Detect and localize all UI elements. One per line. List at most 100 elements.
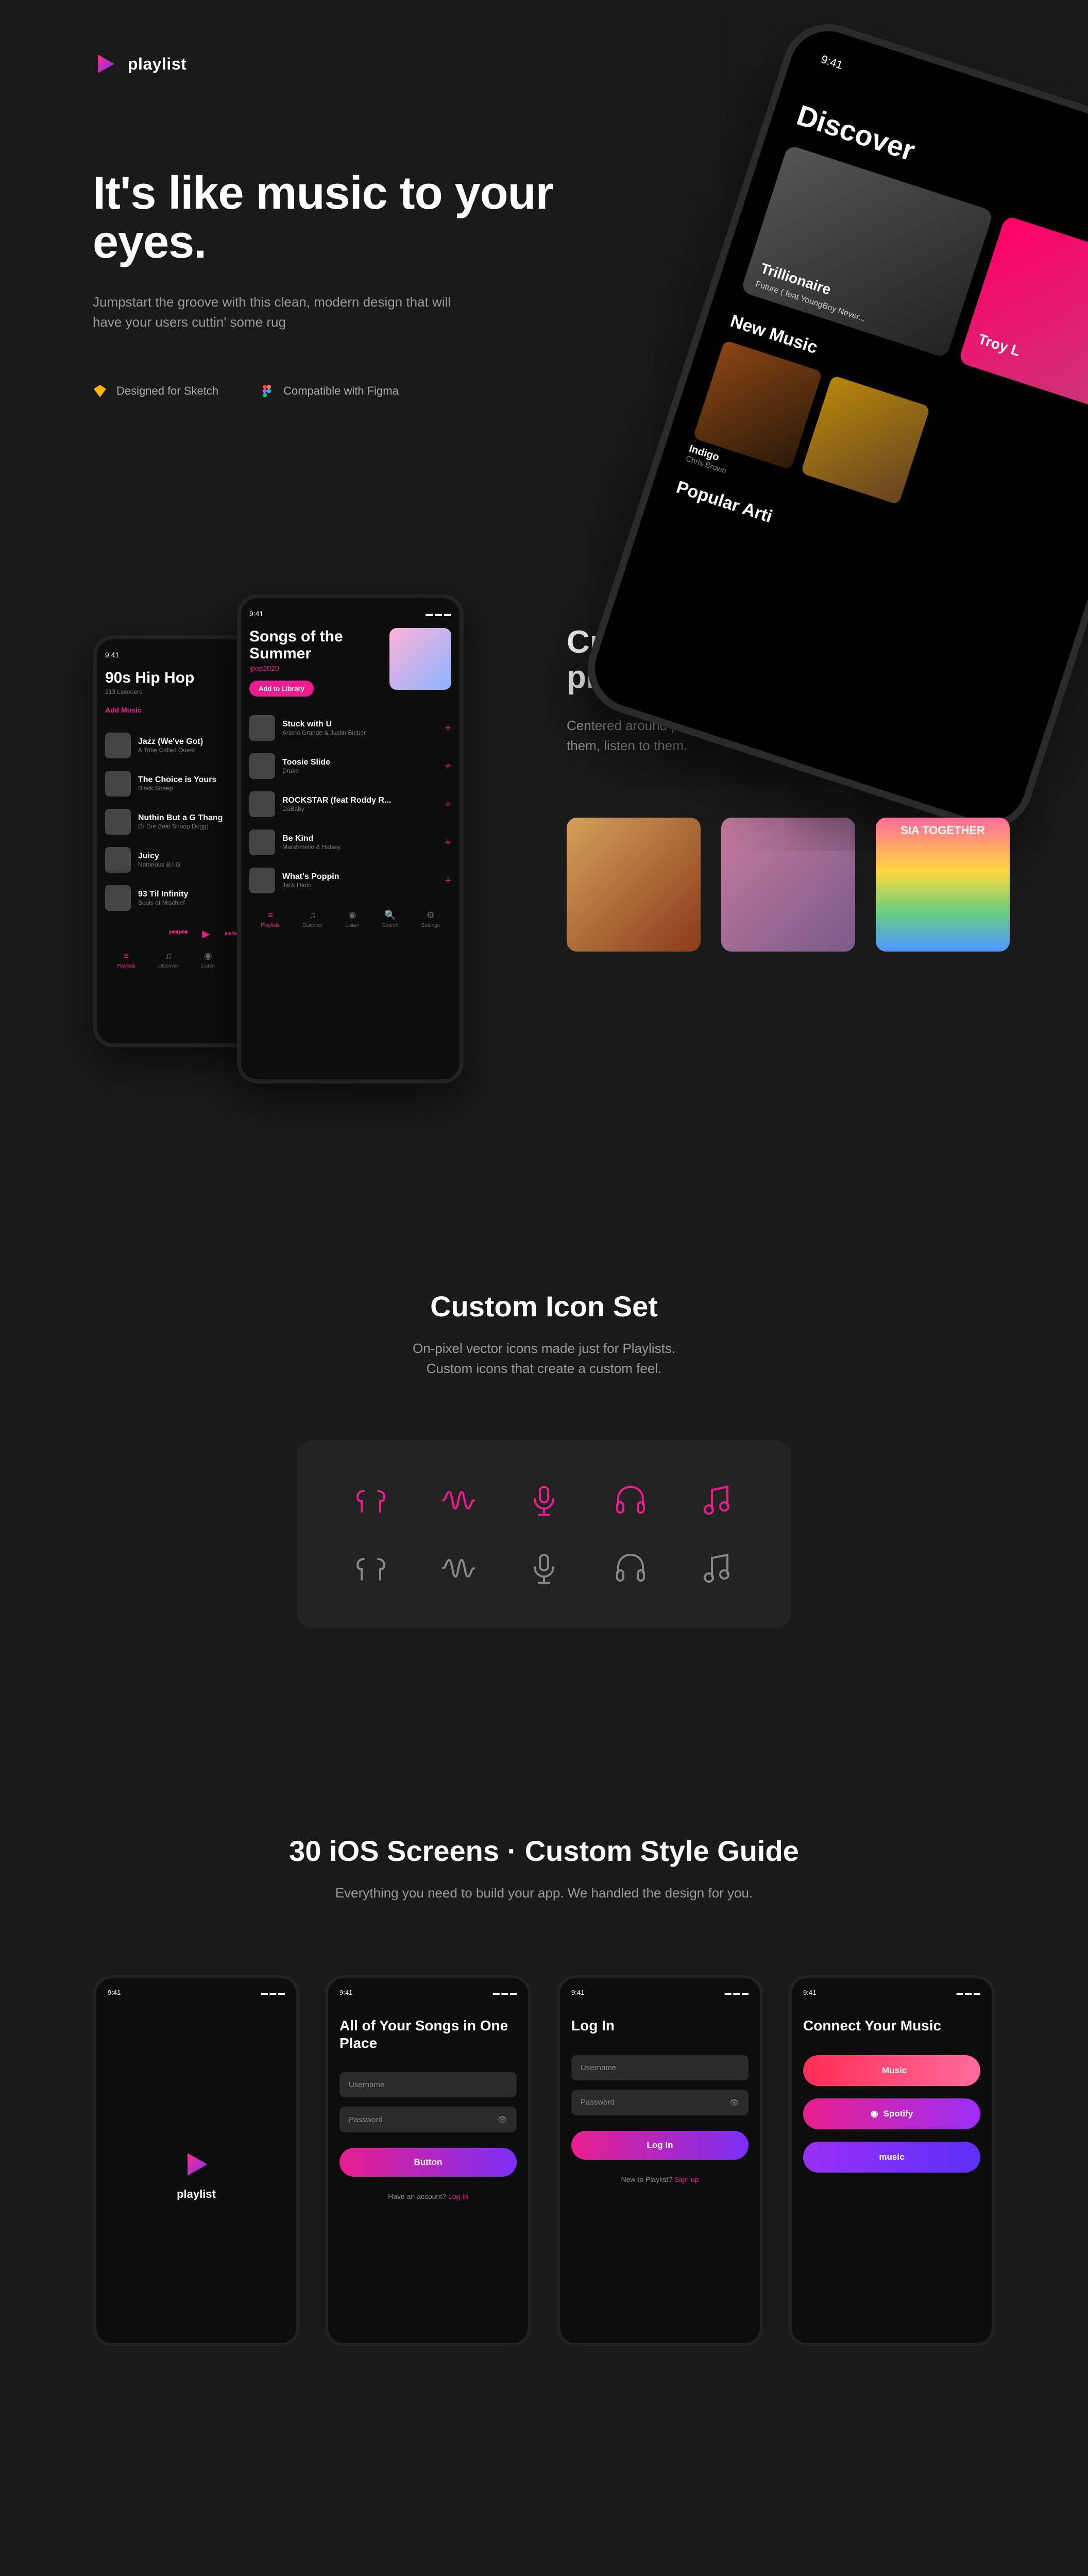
airpods-icon xyxy=(352,1482,389,1519)
play-logo-icon xyxy=(93,52,117,76)
playlist-phone-front: 9:41 ▬ ▬ ▬ Songs of the Summer jpop2020 … xyxy=(237,594,464,1083)
add-song-icon[interactable]: + xyxy=(445,836,451,849)
tab-listen[interactable]: ◉ Listen xyxy=(346,910,360,928)
soundwave-icon xyxy=(439,1550,476,1587)
song-artist: Jack Harlo xyxy=(282,882,437,889)
album-thumbnail: SIA TOGETHER xyxy=(876,818,1010,952)
album-thumbnail xyxy=(721,818,855,952)
song-title: What's Poppin xyxy=(282,872,437,882)
tab-listen[interactable]: ◉Listen xyxy=(201,951,215,969)
song-art xyxy=(105,847,131,873)
eye-icon[interactable]: 👁 xyxy=(729,2098,739,2107)
playlist-cover xyxy=(389,628,451,690)
tab-playlists[interactable]: ≡Playlists xyxy=(116,951,135,969)
signup-footer: New to Playlist? Sign up xyxy=(571,2175,749,2183)
signup-link[interactable]: Sign up xyxy=(674,2175,699,2183)
tab-icon: ◉ xyxy=(348,910,356,921)
screen-login: 9:41▬ ▬ ▬ Log In Username Password👁 Log … xyxy=(557,1975,763,2346)
status-icons: ▬ ▬ ▬ xyxy=(725,1989,749,1996)
username-field[interactable]: Username xyxy=(571,2055,749,2080)
tab-discover[interactable]: ♫Discover xyxy=(158,951,178,969)
add-song-icon[interactable]: + xyxy=(445,874,451,887)
screen-signup: 9:41▬ ▬ ▬ All of Your Songs in One Place… xyxy=(325,1975,531,2346)
add-song-icon[interactable]: + xyxy=(445,721,451,735)
song-art xyxy=(249,753,275,779)
tab-label: Settings xyxy=(421,923,440,928)
song-art xyxy=(249,791,275,817)
microphone-icon xyxy=(525,1482,563,1519)
song-row[interactable]: What's Poppin Jack Harlo + xyxy=(249,861,451,900)
song-title: ROCKSTAR (feat Roddy R... xyxy=(282,796,437,805)
phone-time: 9:41 xyxy=(819,53,844,72)
add-song-icon[interactable]: + xyxy=(445,798,451,811)
song-artist: DaBaby xyxy=(282,805,437,812)
play-logo-icon xyxy=(181,2149,211,2179)
login-button[interactable]: Log In xyxy=(571,2131,749,2160)
album-caption: SIA TOGETHER xyxy=(876,824,1010,837)
song-art xyxy=(105,771,131,796)
add-to-library-button[interactable]: Add to Library xyxy=(249,681,314,697)
add-song-icon[interactable]: + xyxy=(445,759,451,773)
tab-icon: ≡ xyxy=(267,910,273,921)
song-row[interactable]: ROCKSTAR (feat Roddy R... DaBaby + xyxy=(249,785,451,823)
tool-figma-label: Compatible with Figma xyxy=(283,384,399,398)
brand-name: playlist xyxy=(177,2188,216,2201)
playlist-title: Songs of the Summer xyxy=(249,628,379,662)
song-row[interactable]: Stuck with U Ariana Grande & Justin Bieb… xyxy=(249,709,451,747)
song-row[interactable]: Be Kind Marshmello & Halsey + xyxy=(249,823,451,861)
phone-time: 9:41 xyxy=(105,651,119,659)
tab-icon: ♫ xyxy=(165,951,172,961)
hero-phone-mockup: 9:41 Discover Trillionaire Future ( feat… xyxy=(576,12,1088,841)
brand-name: playlist xyxy=(128,55,186,74)
eye-icon[interactable]: 👁 xyxy=(498,2115,507,2124)
icon-panel xyxy=(297,1440,791,1628)
status-icons: ▬ ▬ ▬ xyxy=(493,1989,517,1996)
song-art xyxy=(105,733,131,758)
figma-icon xyxy=(260,384,274,398)
amazon-music-button[interactable]: music xyxy=(803,2142,980,2173)
tool-sketch-label: Designed for Sketch xyxy=(116,384,218,398)
tab-discover[interactable]: ♫Discover xyxy=(302,910,322,928)
submit-button[interactable]: Button xyxy=(339,2148,517,2177)
tab-icon: ◉ xyxy=(204,951,212,961)
song-title: Stuck with U xyxy=(282,720,437,729)
status-icons: ▬ ▬ ▬ xyxy=(261,1989,285,1996)
tab-search[interactable]: 🔍 Search xyxy=(382,910,399,928)
login-link[interactable]: Log In xyxy=(448,2192,468,2200)
album-thumbnail xyxy=(567,818,701,952)
soundwave-icon xyxy=(439,1482,476,1519)
song-art xyxy=(249,829,275,855)
screens-title: 30 iOS Screens · Custom Style Guide xyxy=(93,1834,995,1868)
song-art xyxy=(105,885,131,911)
card-title: Troy L xyxy=(976,331,1023,360)
album-art xyxy=(801,375,930,505)
account-footer: Have an account? Log In xyxy=(339,2192,517,2200)
apple-music-button[interactable]: Music xyxy=(803,2055,980,2086)
listener-count: 213 Listeners xyxy=(105,688,194,696)
tab-icon: 🔍 xyxy=(384,910,396,921)
screen-title: Log In xyxy=(571,2017,749,2035)
play-icon[interactable]: ▶ xyxy=(202,927,210,940)
tab-label: Listen xyxy=(346,923,360,928)
tab-label: Search xyxy=(382,923,399,928)
screen-title: All of Your Songs in One Place xyxy=(339,2017,517,2052)
password-field[interactable]: Password👁 xyxy=(571,2090,749,2115)
tab-icon: ⚙ xyxy=(427,910,435,921)
song-art xyxy=(105,809,131,835)
hero-title: It's like music to your eyes. xyxy=(93,169,556,266)
prev-icon[interactable]: ⏮⏮ xyxy=(169,927,188,940)
tab-icon: ≡ xyxy=(123,951,129,961)
song-art xyxy=(249,715,275,741)
username-field[interactable]: Username xyxy=(339,2072,517,2097)
headphones-icon xyxy=(612,1550,649,1587)
playlist-title: 90s Hip Hop xyxy=(105,669,194,686)
tab-playlists[interactable]: ≡Playlists xyxy=(261,910,280,928)
song-row[interactable]: Toosie Slide Drake + xyxy=(249,747,451,785)
hero-subtitle: Jumpstart the groove with this clean, mo… xyxy=(93,292,453,332)
tab-settings[interactable]: ⚙ Settings xyxy=(421,910,440,928)
spotify-icon: ◉ xyxy=(871,2109,878,2119)
screen-splash: 9:41▬ ▬ ▬ playlist xyxy=(93,1975,299,2346)
icon-section-body: On-pixel vector icons made just for Play… xyxy=(93,1338,995,1379)
spotify-button[interactable]: ◉Spotify xyxy=(803,2098,980,2129)
password-field[interactable]: Password👁 xyxy=(339,2107,517,2132)
